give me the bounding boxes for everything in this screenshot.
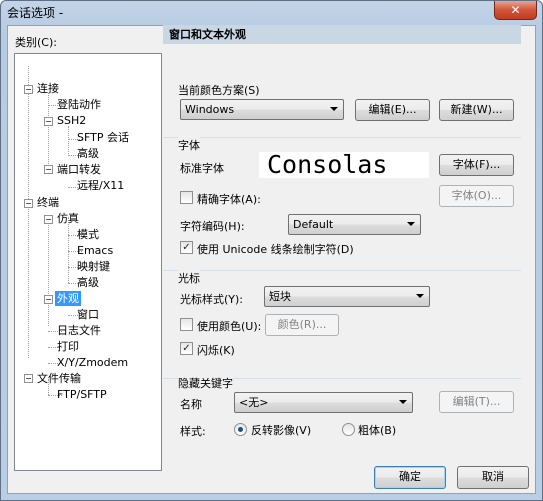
tree-item-emulation[interactable]: 仿真 xyxy=(55,211,81,226)
font-group-divider xyxy=(163,137,521,138)
tree-item-ssh2[interactable]: SSH2 xyxy=(55,113,88,128)
font-preview: Consolas xyxy=(259,152,429,178)
expand-connect-icon[interactable]: − xyxy=(24,85,33,94)
new-scheme-button[interactable]: 新建(W)... xyxy=(439,99,514,121)
ok-button[interactable]: 确定 xyxy=(374,466,446,489)
category-label: 类别(C): xyxy=(15,36,57,49)
cursor-style-value: 短块 xyxy=(269,290,291,303)
tree-item-mapped-keys[interactable]: 映射键 xyxy=(75,259,112,274)
edit-scheme-button[interactable]: 编辑(E)... xyxy=(355,99,430,121)
blink-label[interactable]: 闪烁(K) xyxy=(197,342,235,358)
expand-filetransfer-icon[interactable]: − xyxy=(24,374,33,383)
encoding-select[interactable]: Default xyxy=(288,214,421,235)
tree-item-ftp-sftp[interactable]: FTP/SFTP xyxy=(55,387,109,402)
reverse-video-label[interactable]: 反转影像(V) xyxy=(251,422,311,438)
cursor-group-label: 光标 xyxy=(178,270,200,286)
color-scheme-select[interactable]: Windows xyxy=(180,99,344,120)
tree-item-terminal[interactable]: 终端 xyxy=(35,195,61,210)
tree-item-connect[interactable]: 连接 xyxy=(35,81,61,96)
bold-radio[interactable] xyxy=(342,423,355,436)
tree-item-login-actions[interactable]: 登陆动作 xyxy=(55,97,103,112)
tree-item-sftp-session[interactable]: SFTP 会话 xyxy=(75,130,131,145)
tree-item-emacs[interactable]: Emacs xyxy=(75,243,115,258)
precise-font-button[interactable]: 字体(O)... xyxy=(439,185,514,207)
tree-item-remote-x11[interactable]: 远程/X11 xyxy=(75,178,126,193)
window-title: 会话选项 - xyxy=(7,6,64,20)
tree-item-xyzmodem[interactable]: X/Y/Zmodem xyxy=(55,355,130,370)
use-color-checkbox[interactable] xyxy=(180,318,193,331)
tree-item-window[interactable]: 窗口 xyxy=(75,307,101,322)
title-bar[interactable]: 会话选项 - ✕ xyxy=(1,1,542,27)
expand-emulation-icon[interactable]: − xyxy=(44,215,53,224)
font-group-label: 字体 xyxy=(178,137,200,153)
tree-item-modes[interactable]: 模式 xyxy=(75,227,101,242)
tree-item-log-file[interactable]: 日志文件 xyxy=(55,323,103,338)
keyword-name-select[interactable]: <无> xyxy=(234,392,413,413)
encoding-value: Default xyxy=(293,218,334,231)
reverse-video-radio[interactable] xyxy=(234,423,247,436)
tree-item-port-forwarding[interactable]: 端口转发 xyxy=(55,162,103,177)
unicode-lines-checkbox[interactable]: ✓ xyxy=(180,241,193,254)
color-scheme-label: 当前颜色方案(S) xyxy=(178,84,260,97)
tree-item-printing[interactable]: 打印 xyxy=(55,339,81,354)
keyword-name-label: 名称 xyxy=(180,398,202,411)
use-color-label[interactable]: 使用颜色(U): xyxy=(197,318,261,334)
keyword-style-label: 样式: xyxy=(180,425,206,438)
expand-portfwd-icon[interactable]: − xyxy=(44,165,53,174)
expand-terminal-icon[interactable]: − xyxy=(24,199,33,208)
expand-appearance-icon[interactable]: − xyxy=(44,295,53,304)
cursor-group-divider xyxy=(163,270,521,271)
panel-header: 窗口和文本外观 xyxy=(163,25,521,44)
chevron-down-icon xyxy=(399,400,407,404)
cursor-style-label: 光标样式(Y): xyxy=(180,293,244,306)
tree-item-appearance[interactable]: 外观 xyxy=(55,291,81,306)
standard-font-label: 标准字体 xyxy=(180,162,224,175)
cursor-style-select[interactable]: 短块 xyxy=(264,286,430,307)
chevron-down-icon xyxy=(416,294,424,298)
keyword-group-label: 隐藏关键字 xyxy=(178,375,233,391)
tree-item-emulation-advanced[interactable]: 高级 xyxy=(75,275,101,290)
precise-font-label[interactable]: 精确字体(A): xyxy=(197,191,261,207)
cancel-button[interactable]: 取消 xyxy=(457,466,529,489)
blink-checkbox[interactable]: ✓ xyxy=(180,342,193,355)
expand-ssh2-icon[interactable]: − xyxy=(44,117,53,126)
cursor-color-button[interactable]: 颜色(R)... xyxy=(265,314,339,336)
tree-item-ssh2-advanced[interactable]: 高级 xyxy=(75,146,101,161)
session-options-window: 会话选项 - ✕ 类别(C): − − − − − − − 连接 登陆动作 SS… xyxy=(0,0,543,501)
unicode-lines-label[interactable]: 使用 Unicode 线条绘制字符(D) xyxy=(197,241,354,257)
bold-label[interactable]: 粗体(B) xyxy=(358,422,396,438)
encoding-label: 字符编码(H): xyxy=(180,220,245,233)
keyword-edit-button[interactable]: 编辑(T)... xyxy=(439,391,514,413)
category-tree[interactable]: − − − − − − − 连接 登陆动作 SSH2 SFTP 会话 高级 端口… xyxy=(14,53,162,471)
close-button[interactable]: ✕ xyxy=(494,1,537,20)
precise-font-checkbox[interactable] xyxy=(180,191,193,204)
tree-item-file-transfer[interactable]: 文件传输 xyxy=(35,371,83,386)
chevron-down-icon xyxy=(407,222,415,226)
chevron-down-icon xyxy=(330,107,338,111)
font-button[interactable]: 字体(F)... xyxy=(439,154,514,176)
keyword-name-value: <无> xyxy=(239,396,269,409)
color-scheme-value: Windows xyxy=(185,103,235,116)
